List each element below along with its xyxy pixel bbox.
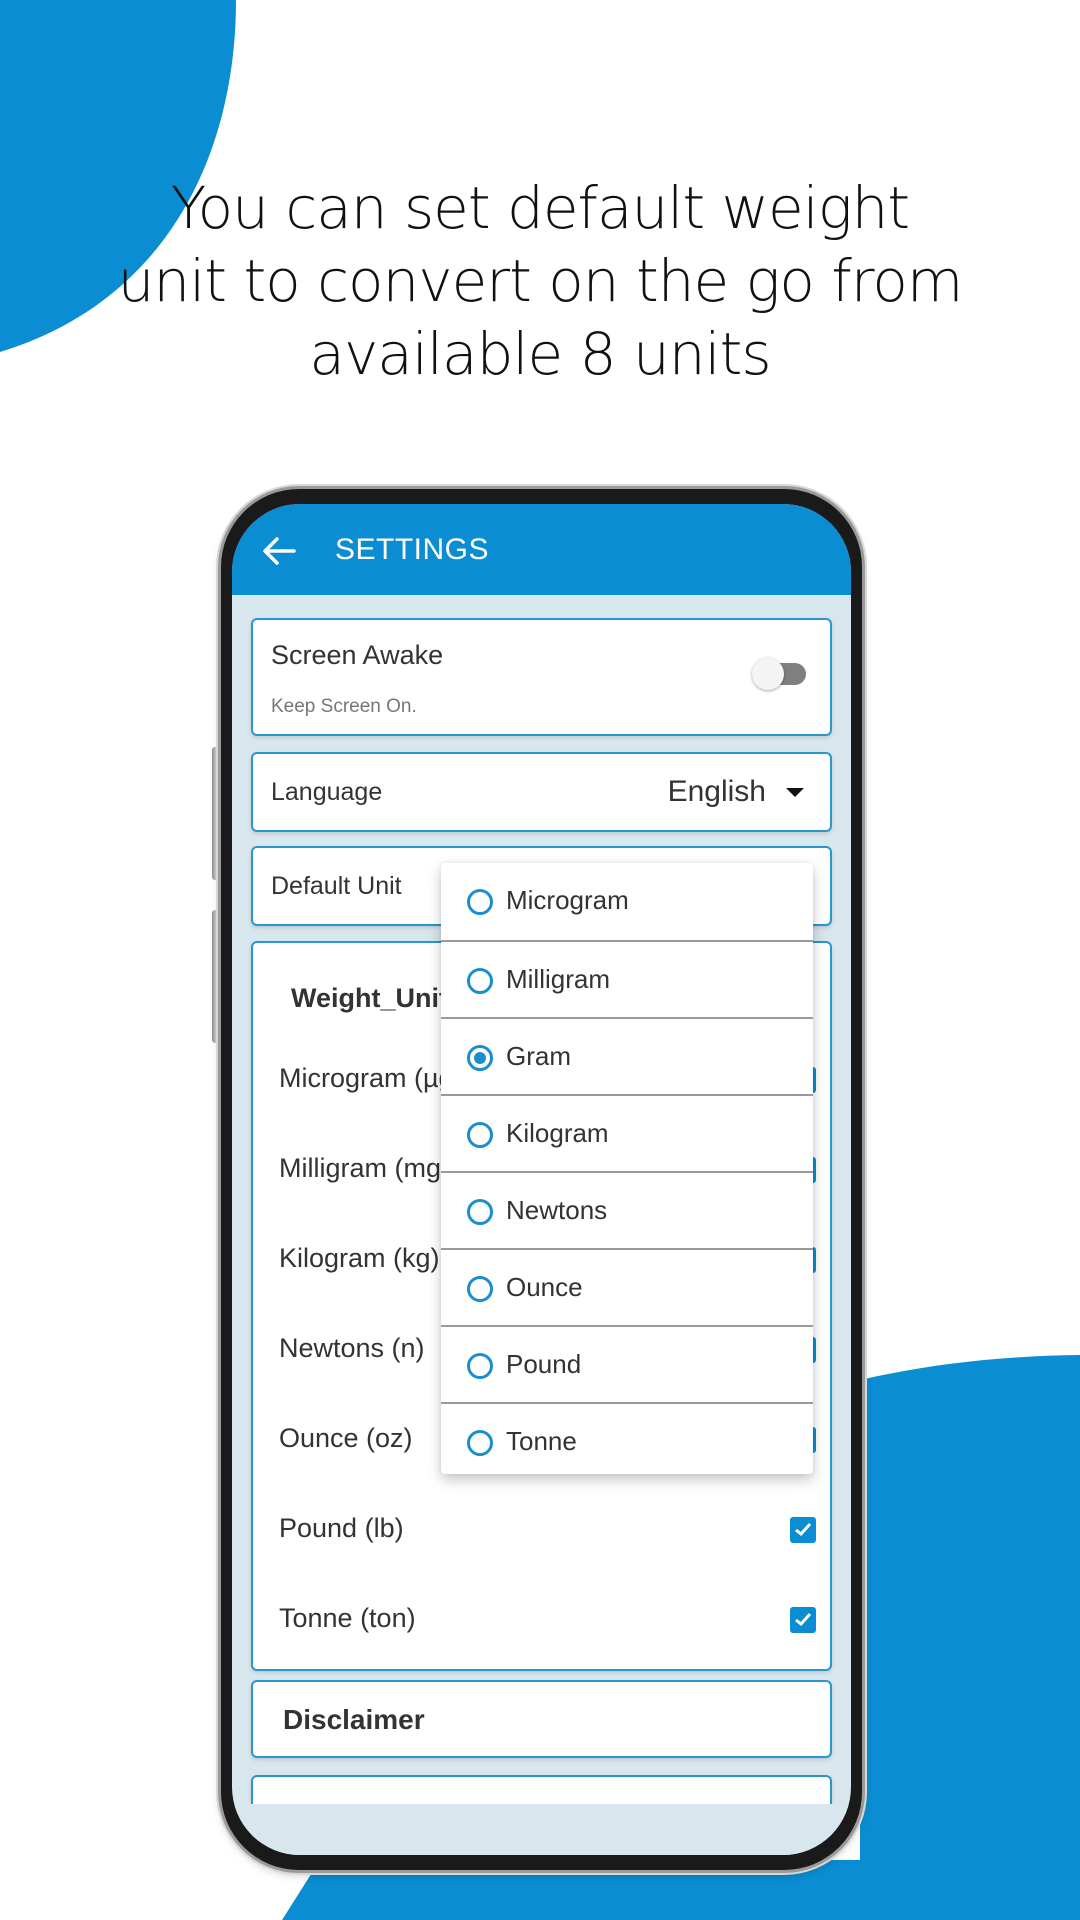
weight-unit-checkbox[interactable] <box>790 1607 816 1633</box>
dropdown-option-label: Ounce <box>506 1272 583 1302</box>
dropdown-option-label: Newtons <box>506 1195 608 1225</box>
toggle-thumb <box>752 658 784 690</box>
dropdown-option-label: Tonne <box>506 1426 577 1456</box>
phone-screen: SETTINGS Screen Awake Keep Screen On. La… <box>232 504 851 1855</box>
disclaimer-card[interactable]: Disclaimer <box>251 1680 832 1758</box>
weight-unit-label: Microgram (µg) <box>279 1063 463 1093</box>
screen-awake-title: Screen Awake <box>271 640 444 670</box>
radio-unselected-icon <box>467 1276 493 1302</box>
screen-awake-toggle[interactable] <box>752 658 808 690</box>
headline-line-1: You can set default weight <box>170 174 910 242</box>
dropdown-option[interactable]: Tonne <box>441 1402 813 1479</box>
dropdown-option-label: Kilogram <box>506 1118 609 1148</box>
radio-unselected-icon <box>467 1353 493 1379</box>
dropdown-option[interactable]: Ounce <box>441 1248 813 1325</box>
arrow-left-icon[interactable] <box>262 537 296 565</box>
weight-unit-label: Kilogram (kg) <box>279 1243 440 1273</box>
weight-unit-label: Pound (lb) <box>279 1513 404 1543</box>
default-unit-label: Default Unit <box>271 872 402 900</box>
promo-headline: You can set default weight unit to conve… <box>0 172 1080 391</box>
weight-unit-label: Milligram (mg) <box>279 1153 450 1183</box>
weight-unit-label: Ounce (oz) <box>279 1423 413 1453</box>
phone-volume-down-button <box>212 910 220 1043</box>
checkmark-icon <box>795 1612 812 1627</box>
dropdown-option[interactable]: Newtons <box>441 1171 813 1248</box>
dropdown-option[interactable]: Kilogram <box>441 1094 813 1171</box>
radio-unselected-icon <box>467 889 493 915</box>
phone-volume-up-button <box>212 747 220 880</box>
radio-unselected-icon <box>467 1122 493 1148</box>
dropdown-option-label: Microgram <box>506 885 629 915</box>
language-select[interactable]: English <box>668 772 804 812</box>
radio-unselected-icon <box>467 1430 493 1456</box>
dropdown-option-selected[interactable]: Gram <box>441 1017 813 1094</box>
app-bar: SETTINGS <box>232 504 851 595</box>
screen-awake-card: Screen Awake Keep Screen On. <box>251 618 832 736</box>
dropdown-option-label: Milligram <box>506 964 610 994</box>
checkmark-icon <box>795 1522 812 1537</box>
radio-unselected-icon <box>467 1199 493 1225</box>
radio-selected-icon <box>467 1045 493 1071</box>
weight-unit-row: Tonne (ton) <box>253 1589 830 1649</box>
radio-unselected-icon <box>467 968 493 994</box>
default-unit-dropdown: Microgram Milligram Gram Kilogram Newton… <box>441 863 813 1474</box>
screen-awake-subtitle: Keep Screen On. <box>271 696 417 717</box>
dropdown-option-label: Gram <box>506 1041 571 1071</box>
weight-unit-checkbox[interactable] <box>790 1517 816 1543</box>
weight-unit-label: Tonne (ton) <box>279 1603 416 1633</box>
screen-bottom-area <box>232 1804 851 1855</box>
disclaimer-title: Disclaimer <box>283 1704 425 1735</box>
dropdown-option-label: Pound <box>506 1349 582 1379</box>
weight-unit-row: Pound (lb) <box>253 1499 830 1559</box>
weight-units-title: Weight_Units <box>291 983 464 1013</box>
page-title: SETTINGS <box>335 533 490 566</box>
caret-down-icon <box>786 787 804 797</box>
headline-line-2: unit to convert on the go from <box>117 247 964 315</box>
language-value: English <box>667 775 766 808</box>
language-label: Language <box>271 778 383 806</box>
language-card: Language English <box>251 752 832 832</box>
phone-frame: SETTINGS Screen Awake Keep Screen On. La… <box>221 489 862 1870</box>
headline-line-3: available 8 units <box>309 320 771 388</box>
weight-unit-label: Newtons (n) <box>279 1333 425 1363</box>
dropdown-option[interactable]: Milligram <box>441 940 813 1017</box>
dropdown-option[interactable]: Pound <box>441 1325 813 1402</box>
dropdown-option[interactable]: Microgram <box>441 863 813 940</box>
